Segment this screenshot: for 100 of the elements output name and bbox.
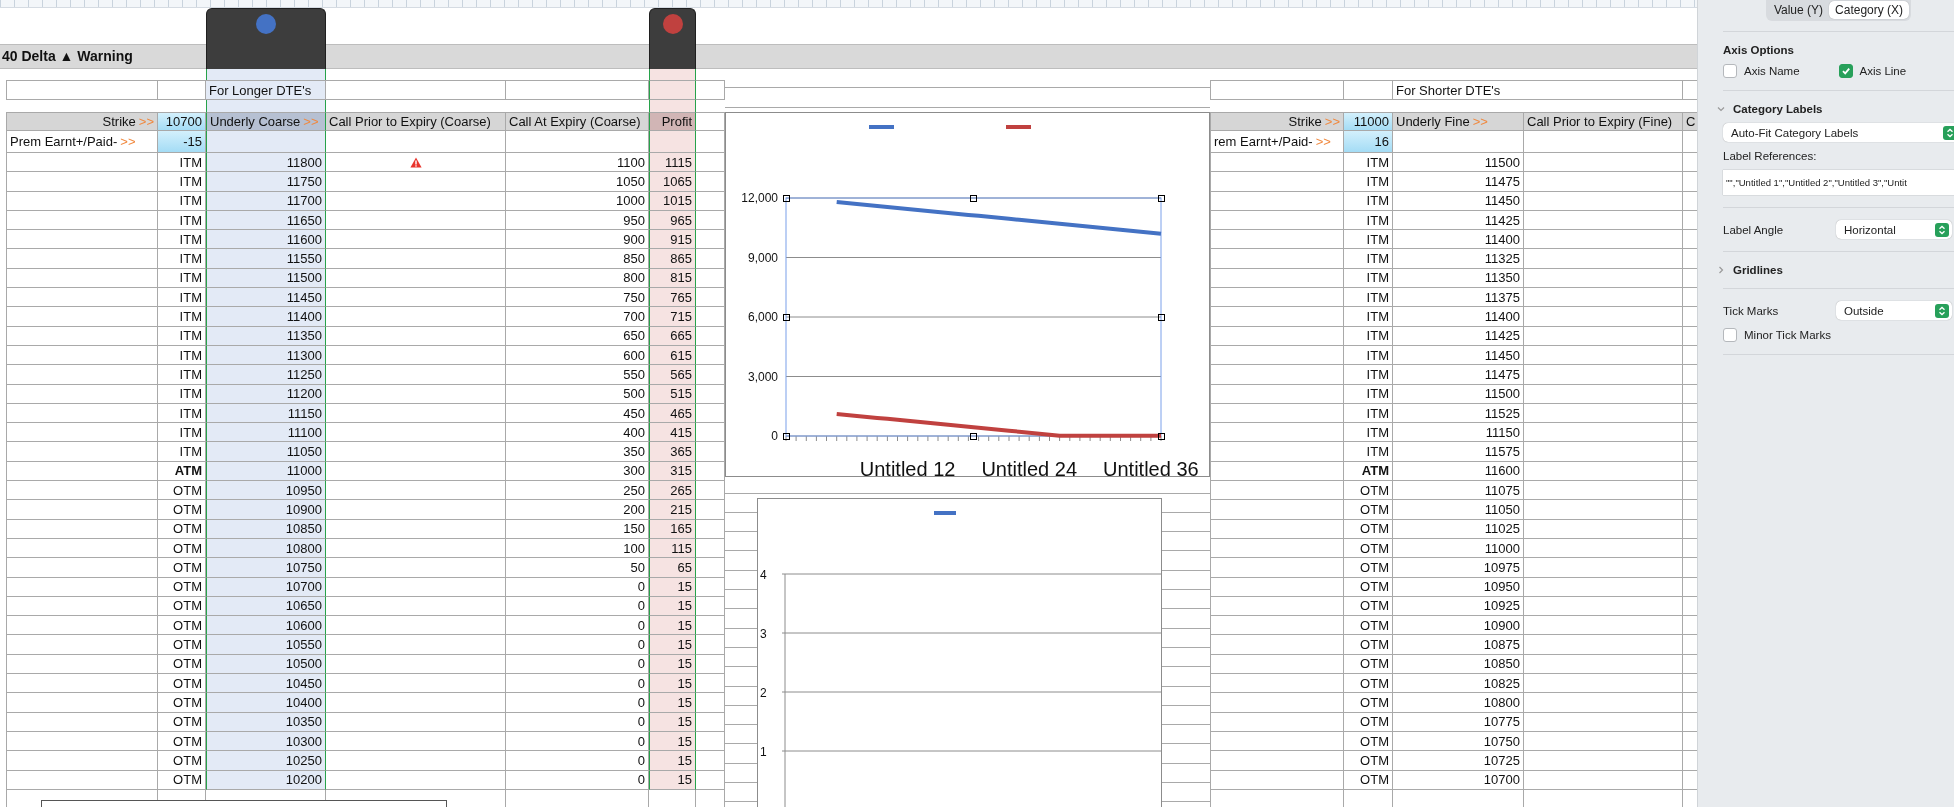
option-label: Label Angle bbox=[1723, 223, 1784, 236]
table-cell: 10975 bbox=[1393, 558, 1524, 578]
table-cell: ITM bbox=[1344, 307, 1393, 327]
table-cell: 365 bbox=[649, 442, 696, 462]
axis-category-label: Untitled 12 bbox=[859, 458, 956, 476]
table-cell: 715 bbox=[649, 307, 696, 327]
column-header[interactable]: Call Prior to Expiry (Coarse) bbox=[326, 112, 506, 131]
table-cell: OTM bbox=[1344, 616, 1393, 636]
column-header[interactable]: Underly Fine >> bbox=[1393, 112, 1524, 131]
table-cell: 11450 bbox=[1393, 345, 1524, 366]
empty-cell bbox=[649, 131, 696, 153]
column-header[interactable]: Call Prior to Expiry (Fine) bbox=[1524, 112, 1683, 131]
axis-tick-label: 9,000 bbox=[747, 250, 778, 265]
table-cell: 11450 bbox=[1393, 191, 1524, 211]
table-cell: 65 bbox=[649, 558, 696, 578]
table-cell: 11250 bbox=[206, 365, 326, 385]
table-cell: ITM bbox=[1344, 268, 1393, 289]
table-cell: 10800 bbox=[1393, 693, 1524, 713]
table-cell: 10650 bbox=[206, 596, 326, 617]
table-cell: 11100 bbox=[206, 423, 326, 443]
checkbox[interactable] bbox=[1838, 64, 1853, 78]
table-cell: OTM bbox=[1344, 577, 1393, 597]
column-handle[interactable] bbox=[649, 8, 696, 69]
axis-tick-label: 12,000 bbox=[741, 191, 778, 205]
popup-button[interactable]: Outside bbox=[1836, 301, 1952, 320]
table-cell: 10900 bbox=[206, 500, 326, 520]
table-cell: ITM bbox=[1344, 249, 1393, 269]
option-label: Tick Marks bbox=[1723, 304, 1779, 317]
selection-handle[interactable] bbox=[782, 194, 790, 202]
row-label: Prem Earnt+/Paid- >> bbox=[6, 131, 158, 153]
selection-handle[interactable] bbox=[782, 432, 790, 440]
table-cell: 11375 bbox=[1393, 288, 1524, 308]
selection-handle[interactable] bbox=[1157, 432, 1165, 440]
checkbox-label: Minor Tick Marks bbox=[1744, 329, 1831, 341]
table-cell: 11475 bbox=[1393, 365, 1524, 385]
table-cell: 10900 bbox=[1393, 616, 1524, 636]
table-cell: 765 bbox=[649, 288, 696, 308]
table-cell: 11500 bbox=[1393, 153, 1524, 173]
segment-tab[interactable]: Category (X) bbox=[1829, 1, 1910, 19]
table-cell: 11000 bbox=[206, 461, 326, 482]
table-cell: ITM bbox=[1344, 153, 1393, 173]
table-cell: 10300 bbox=[206, 731, 326, 752]
chart-panel[interactable]: 1 2 3 4 bbox=[757, 498, 1162, 807]
section-heading[interactable]: Category Labels bbox=[1733, 103, 1823, 115]
checkbox-label: Axis Line bbox=[1859, 65, 1907, 77]
table-cell: 11350 bbox=[206, 326, 326, 346]
checkbox[interactable] bbox=[1723, 328, 1737, 342]
row-label: Strike >> bbox=[1210, 112, 1344, 131]
selection-handle[interactable] bbox=[1157, 313, 1165, 321]
input-cell[interactable]: 16 bbox=[1344, 131, 1393, 153]
table-cell: 10850 bbox=[1393, 654, 1524, 674]
table-cell: 565 bbox=[649, 365, 696, 385]
checkbox-label: Axis Name bbox=[1744, 65, 1800, 77]
axis-tick-label: 3 bbox=[760, 627, 767, 641]
segment-tab[interactable]: Value (Y) bbox=[1767, 1, 1830, 19]
table-cell: 11025 bbox=[1393, 519, 1524, 539]
table-title: 40 Delta ▲ Warning bbox=[0, 44, 1697, 69]
table-cell: 10875 bbox=[1393, 635, 1524, 655]
table-cell: 415 bbox=[649, 423, 696, 443]
table-cell: OTM bbox=[1344, 731, 1393, 752]
table-cell: OTM bbox=[1344, 654, 1393, 674]
table-cell: 11325 bbox=[1393, 249, 1524, 269]
row-label: Strike >> bbox=[6, 112, 158, 131]
section-heading[interactable]: Gridlines bbox=[1733, 264, 1783, 276]
popup-button[interactable]: Horizontal bbox=[1836, 220, 1952, 239]
input-cell[interactable]: -15 bbox=[158, 131, 206, 153]
popup-button[interactable]: Auto-Fit Category Labels bbox=[1723, 123, 1954, 142]
table-cell: 10200 bbox=[206, 770, 326, 790]
column-header[interactable]: C bbox=[1683, 112, 1697, 131]
table-cell: 10550 bbox=[206, 635, 326, 655]
column-header[interactable]: Call At Expiry (Coarse) bbox=[506, 112, 649, 131]
table-cell: 11650 bbox=[206, 210, 326, 231]
selection-handle[interactable] bbox=[970, 432, 977, 440]
table-cell: 11075 bbox=[1393, 481, 1524, 501]
table-cell: ITM bbox=[1344, 403, 1393, 424]
column-header[interactable]: Underly Coarse >> bbox=[206, 112, 326, 131]
table-cell: 11050 bbox=[1393, 500, 1524, 520]
plot-area-selection[interactable] bbox=[785, 197, 1162, 437]
selection-handle[interactable] bbox=[1157, 194, 1165, 202]
table-cell: OTM bbox=[1344, 558, 1393, 578]
table-cell: ITM bbox=[1344, 384, 1393, 404]
table-cell: 915 bbox=[649, 230, 696, 250]
input-cell[interactable]: 11000 bbox=[1344, 112, 1393, 131]
table-cell: 10750 bbox=[206, 558, 326, 578]
table-cell: OTM bbox=[1344, 635, 1393, 655]
stepper-icon bbox=[1935, 303, 1949, 318]
table-cell: 15 bbox=[649, 674, 696, 694]
column-handle[interactable] bbox=[206, 8, 326, 69]
chart-panel[interactable]: 0 3,000 6,000 9,000 12,000 Untitled 12 Untitled 24 Untitled 36 bbox=[725, 112, 1210, 477]
input-cell[interactable]: 10700 bbox=[158, 112, 206, 131]
table-cell: 10950 bbox=[1393, 577, 1524, 597]
selection-handle[interactable] bbox=[782, 313, 790, 321]
column-header[interactable]: Profit bbox=[649, 112, 696, 131]
checkbox[interactable] bbox=[1723, 64, 1737, 78]
warning-icon bbox=[409, 156, 422, 168]
selection-handle[interactable] bbox=[970, 194, 977, 202]
table-cell: 11000 bbox=[1393, 538, 1524, 559]
input-field[interactable]: "","Untitled 1","Untitled 2","Untitled 3","Untit bbox=[1723, 170, 1954, 195]
table-cell: 11750 bbox=[206, 172, 326, 192]
section-heading: Axis Options bbox=[1723, 44, 1795, 56]
